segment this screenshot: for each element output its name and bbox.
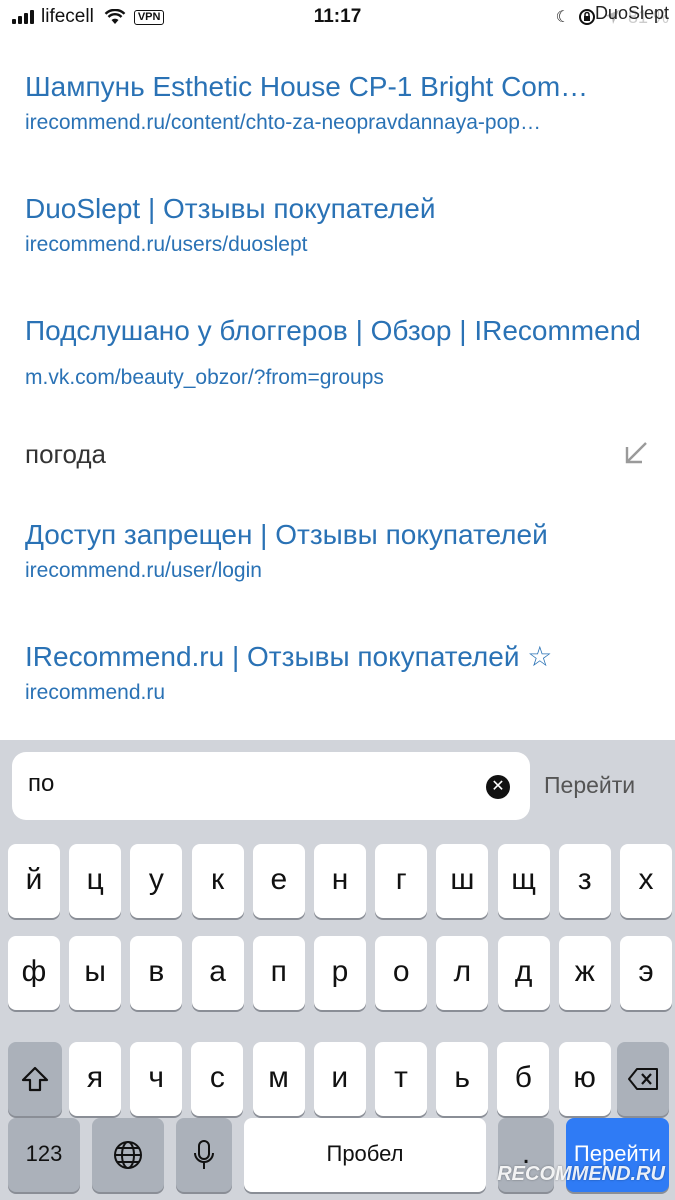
- clear-icon[interactable]: ✕: [486, 775, 510, 799]
- fill-arrow-icon[interactable]: [622, 439, 650, 467]
- backspace-key[interactable]: [617, 1042, 669, 1116]
- go-button[interactable]: Перейти: [544, 772, 635, 799]
- key-щ[interactable]: щ: [497, 844, 550, 918]
- key-у[interactable]: у: [130, 844, 183, 918]
- suggestion-title: Подслушано у блоггеров | Обзор | IRecomm…: [25, 309, 655, 400]
- key-ж[interactable]: ж: [558, 936, 611, 1010]
- key-н[interactable]: н: [314, 844, 366, 918]
- key-с[interactable]: с: [191, 1042, 244, 1116]
- suggestion-item[interactable]: IRecommend.ru | Отзывы покупателей ☆ ire…: [25, 640, 655, 707]
- suggestion-url: irecommend.ru/content/chto-za-neopravdan…: [25, 111, 541, 134]
- key-д[interactable]: д: [497, 936, 550, 1010]
- key-ю[interactable]: ю: [558, 1042, 611, 1116]
- microphone-key[interactable]: [176, 1118, 232, 1192]
- rotation-lock-icon: [578, 9, 595, 25]
- key-к[interactable]: к: [191, 844, 244, 918]
- key-и[interactable]: и: [313, 1042, 366, 1116]
- suggestion-title: IRecommend.ru | Отзывы покупателей ☆: [25, 641, 553, 672]
- key-м[interactable]: м: [252, 1042, 305, 1116]
- shift-icon: [21, 1066, 49, 1092]
- suggestion-title: Доступ запрещен | Отзывы покупателей: [25, 519, 548, 550]
- suggestion-url: irecommend.ru/user/login: [25, 559, 262, 582]
- key-о[interactable]: о: [375, 936, 428, 1010]
- space-key[interactable]: Пробел: [244, 1118, 486, 1192]
- suggestion-title: DuoSlept | Отзывы покупателей: [25, 193, 436, 224]
- key-г[interactable]: г: [375, 844, 428, 918]
- numbers-key[interactable]: 123: [8, 1118, 80, 1192]
- query-suggestion[interactable]: погода: [25, 437, 650, 471]
- suggestion-item[interactable]: DuoSlept | Отзывы покупателей irecommend…: [25, 192, 655, 259]
- suggestion-title: Шампунь Esthetic House CP-1 Bright Com…: [25, 71, 589, 102]
- globe-icon: [114, 1141, 142, 1169]
- address-bar-area: по ✕ Перейти: [0, 740, 675, 832]
- key-е[interactable]: е: [252, 844, 305, 918]
- status-bar: lifecell VPN 11:17 ☾ 81 % DuoSlept: [0, 0, 675, 34]
- key-й[interactable]: й: [8, 844, 60, 918]
- key-з[interactable]: з: [558, 844, 611, 918]
- key-ы[interactable]: ы: [69, 936, 122, 1010]
- moon-icon: ☾: [555, 9, 570, 26]
- backspace-icon: [628, 1068, 658, 1090]
- suggestion-item[interactable]: Подслушано у блоггеров | Обзор | IRecomm…: [25, 314, 655, 400]
- key-л[interactable]: л: [436, 936, 489, 1010]
- suggestion-url: m.vk.com/beauty_obzor/?from=groups: [25, 366, 384, 389]
- address-input[interactable]: по ✕: [12, 752, 530, 820]
- key-ь[interactable]: ь: [436, 1042, 489, 1116]
- key-ф[interactable]: ф: [8, 936, 60, 1010]
- key-в[interactable]: в: [130, 936, 183, 1010]
- key-а[interactable]: а: [191, 936, 244, 1010]
- suggestion-item[interactable]: Доступ запрещен | Отзывы покупателей ire…: [25, 518, 655, 585]
- key-я[interactable]: я: [69, 1042, 121, 1116]
- key-ц[interactable]: ц: [69, 844, 122, 918]
- keyboard: йцукенгшщзх фывапролджэ ячсмитьбю 123 Пр…: [0, 832, 675, 1200]
- query-suggestion-text: погода: [25, 439, 106, 469]
- suggestion-title-text: Подслушано у блоггеров | Обзор | IRecomm…: [25, 315, 641, 346]
- key-х[interactable]: х: [620, 844, 672, 918]
- watermark-top: DuoSlept: [594, 3, 669, 24]
- microphone-icon: [194, 1140, 214, 1169]
- key-т[interactable]: т: [375, 1042, 427, 1116]
- suggestion-url: irecommend.ru/users/duoslept: [25, 233, 308, 256]
- key-ч[interactable]: ч: [130, 1042, 183, 1116]
- globe-key[interactable]: [92, 1118, 164, 1192]
- shift-key[interactable]: [8, 1042, 62, 1116]
- key-п[interactable]: п: [252, 936, 305, 1010]
- address-input-value: по: [28, 770, 55, 797]
- suggestion-item[interactable]: Шампунь Esthetic House CP-1 Bright Com… …: [25, 70, 655, 137]
- key-б[interactable]: б: [497, 1042, 550, 1116]
- key-ш[interactable]: ш: [436, 844, 489, 918]
- key-э[interactable]: э: [620, 936, 672, 1010]
- key-р[interactable]: р: [314, 936, 366, 1010]
- watermark-bottom: RECOMMEND.RU: [497, 1163, 665, 1185]
- suggestion-url: irecommend.ru: [25, 681, 166, 704]
